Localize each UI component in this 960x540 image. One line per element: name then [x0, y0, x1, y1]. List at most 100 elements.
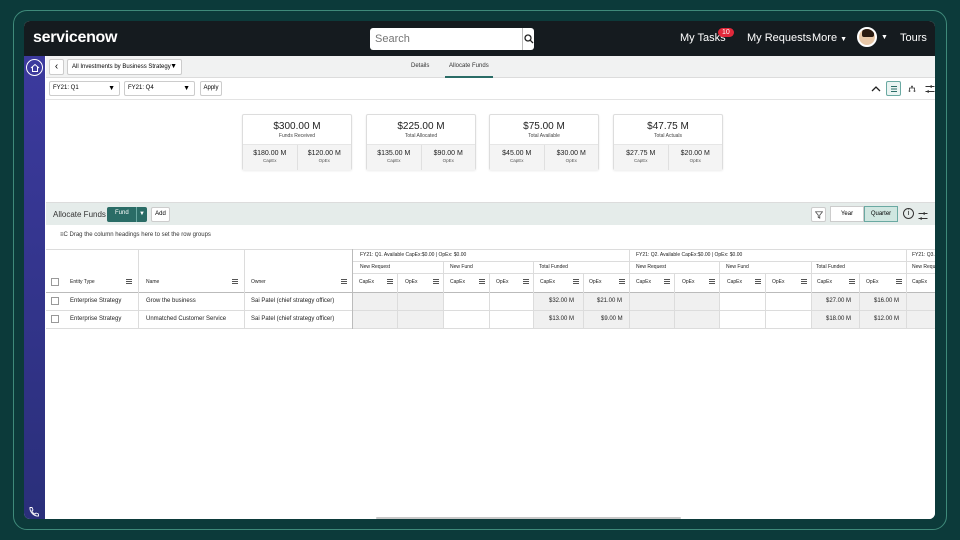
tours-link[interactable]: Tours	[900, 32, 927, 44]
capex-header[interactable]: CapEx	[727, 279, 742, 285]
opex-header[interactable]: OpEx	[772, 279, 785, 285]
grid-border	[138, 249, 139, 329]
column-menu-icon[interactable]	[387, 279, 393, 284]
column-header-name[interactable]: Name	[146, 279, 159, 285]
grid-border	[443, 261, 444, 329]
column-menu-icon[interactable]	[801, 279, 807, 284]
column-menu-icon[interactable]	[849, 279, 855, 284]
sliders-icon	[925, 84, 934, 93]
fund-button[interactable]: Fund ▼	[107, 207, 147, 222]
row-groups-hint[interactable]: ≡C Drag the column headings here to set …	[60, 232, 211, 238]
cell-entity-type[interactable]: Enterprise Strategy	[70, 316, 121, 322]
column-menu-icon[interactable]	[709, 279, 715, 284]
chevron-down-icon[interactable]: ▼	[881, 34, 888, 41]
subgroup-new-fund: New Fund	[450, 264, 473, 270]
my-requests-link[interactable]: My Requests	[747, 32, 811, 44]
period-to-value: FY21: Q4	[128, 85, 154, 91]
back-button[interactable]: ‹	[49, 59, 64, 75]
row-checkbox[interactable]	[51, 315, 59, 323]
period-to-select[interactable]: FY21: Q4 ▼	[124, 81, 195, 96]
column-menu-icon[interactable]	[755, 279, 761, 284]
column-menu-icon[interactable]	[433, 279, 439, 284]
card-value: $225.00 M	[397, 121, 445, 132]
user-avatar[interactable]	[857, 27, 877, 47]
capex-header[interactable]: CapEx	[540, 279, 555, 285]
column-menu-icon[interactable]	[896, 279, 902, 284]
view-selector[interactable]: All Investments by Business Strategy ▼	[67, 59, 182, 75]
cell-q2-total-capex[interactable]: $27.00 M	[826, 298, 851, 304]
year-toggle[interactable]: Year	[830, 206, 864, 222]
grid-border	[46, 310, 935, 311]
more-menu[interactable]: More ▼	[812, 32, 847, 44]
opex-header[interactable]: OpEx	[405, 279, 418, 285]
caret-down-icon[interactable]: ▼	[136, 207, 147, 222]
cell-q1-total-opex[interactable]: $21.00 M	[597, 298, 622, 304]
cell-q1-total-opex[interactable]: $9.00 M	[601, 316, 623, 322]
search-button[interactable]	[522, 28, 534, 50]
collapse-button[interactable]	[868, 81, 883, 96]
select-all-checkbox[interactable]	[51, 278, 59, 286]
column-menu-icon[interactable]	[523, 279, 529, 284]
cell-q2-total-opex[interactable]: $12.00 M	[874, 316, 899, 322]
filter-icon	[814, 210, 823, 219]
apply-button[interactable]: Apply	[200, 81, 222, 96]
column-menu-icon[interactable]	[664, 279, 670, 284]
period-from-select[interactable]: FY21: Q1 ▼	[49, 81, 120, 96]
opex-header[interactable]: OpEx	[682, 279, 695, 285]
filter-bar: FY21: Q1 ▼ FY21: Q4 ▼ Apply	[46, 78, 935, 100]
opex-header[interactable]: OpEx	[866, 279, 879, 285]
column-menu-icon[interactable]	[232, 279, 238, 284]
opex-header[interactable]: OpEx	[589, 279, 602, 285]
q3-header: FY21: Q3.	[912, 252, 935, 258]
allocate-funds-title: Allocate Funds	[53, 210, 106, 219]
column-menu-icon[interactable]	[619, 279, 625, 284]
cell-name[interactable]: Unmatched Customer Service	[146, 316, 226, 322]
column-menu-icon[interactable]	[573, 279, 579, 284]
capex-header[interactable]: CapEx	[450, 279, 465, 285]
cell-entity-type[interactable]: Enterprise Strategy	[70, 298, 121, 304]
card-label: Total Allocated	[404, 133, 438, 139]
cell-q2-total-opex[interactable]: $16.00 M	[874, 298, 899, 304]
column-header-entity-type[interactable]: Entity Type	[70, 279, 95, 285]
more-label: More	[812, 32, 838, 44]
info-icon[interactable]: i	[903, 208, 914, 219]
subgroup-new-request: New Request	[360, 264, 391, 270]
view-selector-value: All Investments by Business Strategy	[72, 64, 171, 70]
capex-header[interactable]: CapEx	[912, 279, 927, 285]
hierarchy-view-button[interactable]	[904, 81, 919, 96]
column-menu-icon[interactable]	[126, 279, 132, 284]
servicenow-logo[interactable]: servicenow	[33, 29, 117, 47]
opex-header[interactable]: OpEx	[496, 279, 509, 285]
card-opex-label: OpEx	[318, 158, 330, 163]
cell-q2-total-capex[interactable]: $18.00 M	[826, 316, 851, 322]
capex-header[interactable]: CapEx	[817, 279, 832, 285]
cell-owner[interactable]: Sai Patel (chief strategy officer)	[251, 298, 334, 304]
list-view-button[interactable]	[886, 81, 901, 96]
row-checkbox[interactable]	[51, 297, 59, 305]
sliders-icon[interactable]	[918, 208, 928, 226]
card-label: Total Available	[528, 133, 560, 139]
settings-button[interactable]	[922, 81, 935, 96]
column-header-owner[interactable]: Owner	[251, 279, 266, 285]
capex-header[interactable]: CapEx	[636, 279, 651, 285]
quarter-toggle[interactable]: Quarter	[864, 206, 898, 222]
card-capex-label: CapEx	[262, 158, 277, 163]
grid-border	[46, 249, 935, 250]
cell-owner[interactable]: Sai Patel (chief strategy officer)	[251, 316, 334, 322]
home-icon[interactable]	[26, 59, 43, 76]
cell-q1-total-capex[interactable]: $13.00 M	[549, 316, 574, 322]
tab-allocate-funds[interactable]: Allocate Funds	[445, 56, 493, 78]
filter-button[interactable]	[811, 207, 826, 222]
cell-q1-total-capex[interactable]: $32.00 M	[549, 298, 574, 304]
tab-details[interactable]: Details	[411, 63, 429, 69]
phone-icon[interactable]	[28, 505, 40, 519]
column-menu-icon[interactable]	[479, 279, 485, 284]
grid-border	[353, 261, 935, 262]
add-button[interactable]: Add	[151, 207, 170, 222]
search-input[interactable]	[370, 28, 522, 50]
column-menu-icon[interactable]	[341, 279, 347, 284]
global-search	[370, 28, 534, 50]
horizontal-scrollbar[interactable]	[376, 517, 681, 519]
capex-header[interactable]: CapEx	[359, 279, 374, 285]
cell-name[interactable]: Grow the business	[146, 298, 196, 304]
